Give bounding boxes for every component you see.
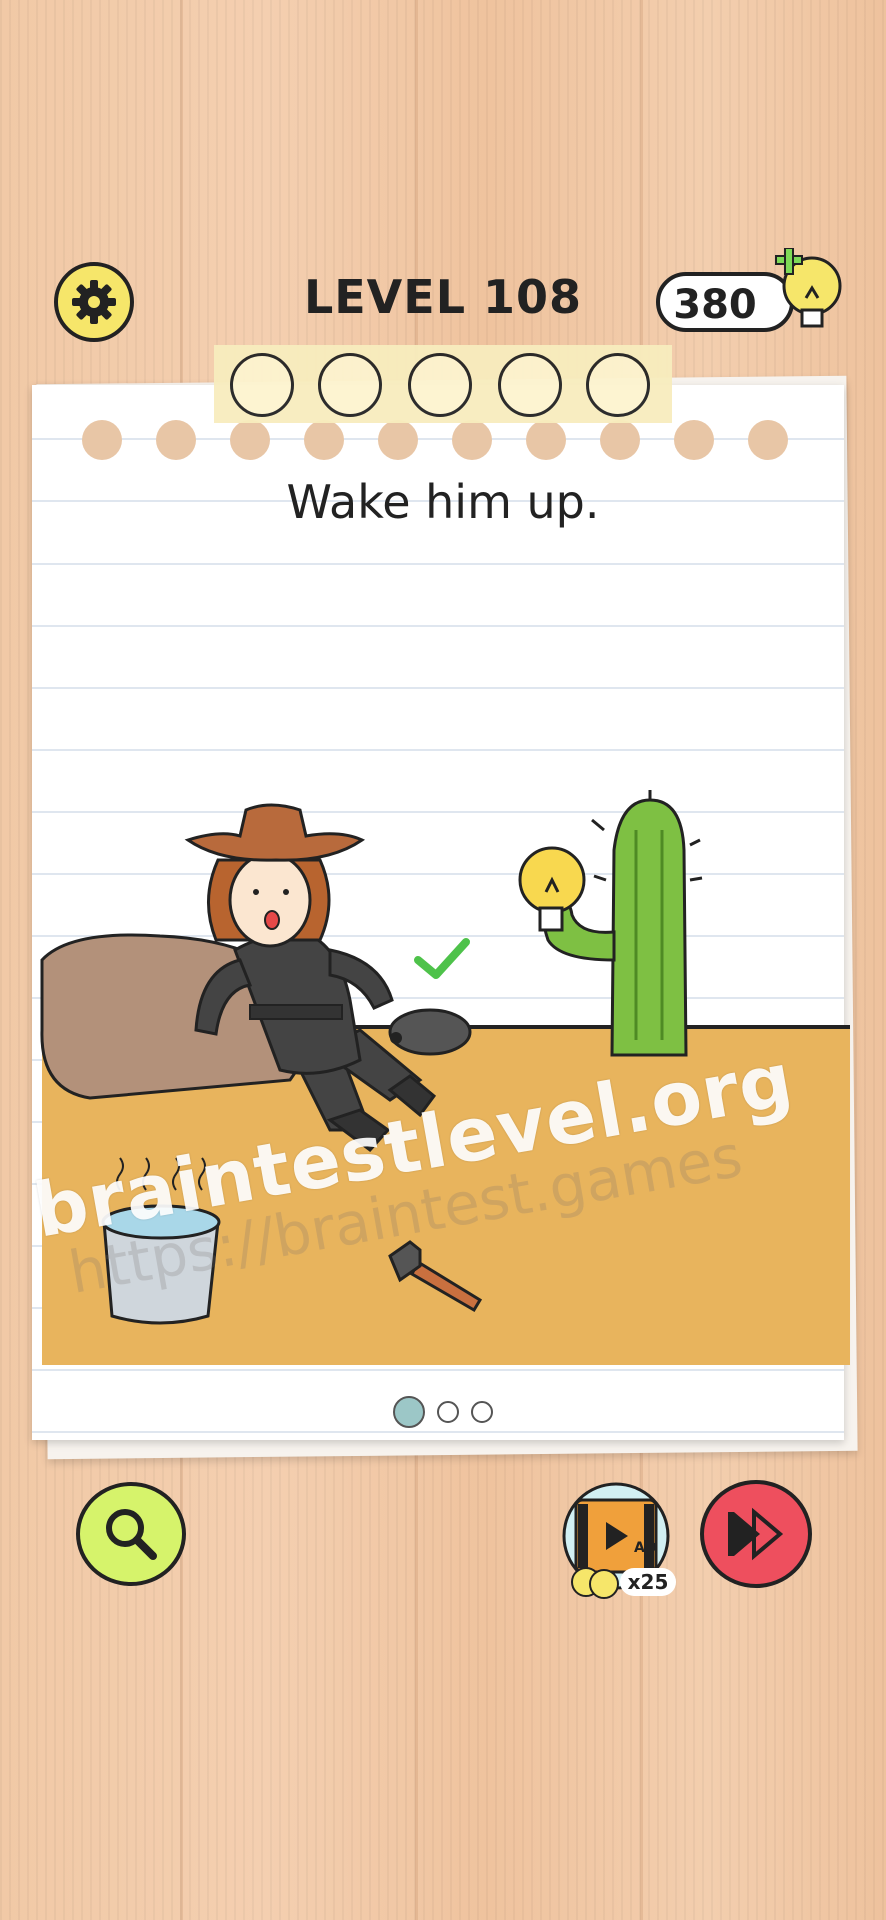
hammer[interactable] xyxy=(388,1240,483,1313)
page-indicator xyxy=(0,1396,886,1428)
page-dot[interactable] xyxy=(437,1401,459,1423)
skip-icon xyxy=(728,1507,784,1561)
checkmark-icon xyxy=(414,938,470,979)
ad-reward-badge: x25 xyxy=(620,1568,676,1596)
hint-search-button[interactable] xyxy=(76,1482,186,1586)
puzzle-scene xyxy=(40,790,703,1325)
search-icon xyxy=(106,1509,157,1560)
ad-label: AD xyxy=(634,1540,657,1556)
page-dot-active[interactable] xyxy=(393,1396,425,1428)
page-dot[interactable] xyxy=(471,1401,493,1423)
cactus[interactable] xyxy=(542,790,703,1057)
skip-level-button[interactable] xyxy=(700,1480,812,1588)
hedgehog[interactable] xyxy=(388,1008,472,1056)
sleeping-cowboy[interactable] xyxy=(184,803,437,1153)
